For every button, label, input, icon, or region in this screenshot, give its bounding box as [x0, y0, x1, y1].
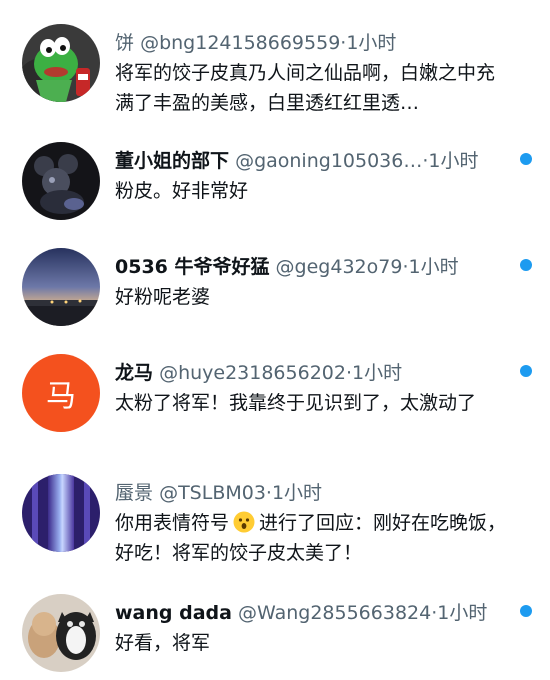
timestamp[interactable]: 1小时	[352, 362, 402, 384]
reply-item[interactable]: 董小姐的部下 @gaoning105036…·1小时 粉皮。好非常好	[0, 142, 550, 222]
avatar-mickey-icon[interactable]	[22, 142, 100, 220]
display-name[interactable]: wang dada	[115, 602, 232, 624]
reply-meta: 饼 @bng124158669559·1小时	[115, 28, 510, 58]
display-name[interactable]: 董小姐的部下	[115, 150, 229, 172]
reply-text: 粉皮。好非常好	[115, 180, 249, 202]
unread-dot-icon	[520, 259, 532, 271]
timestamp[interactable]: 1小时	[272, 482, 322, 504]
user-handle[interactable]: @geg432o79	[276, 256, 403, 278]
astonished-face-emoji-icon	[233, 511, 255, 533]
reply-feed: 饼 @bng124158669559·1小时 将军的饺子皮真乃人间之仙品啊，白嫩…	[0, 0, 550, 680]
user-handle[interactable]: @huye2318656202	[159, 362, 346, 384]
timestamp[interactable]: 1小时	[408, 256, 458, 278]
reply-meta: 龙马 @huye2318656202·1小时	[115, 358, 510, 388]
timestamp[interactable]: 1小时	[437, 602, 487, 624]
reply-meta: 0536 牛爷爷好猛 @geg432o79·1小时	[115, 252, 510, 282]
display-name[interactable]: 饼	[115, 32, 134, 54]
user-handle[interactable]: @bng124158669559	[140, 32, 340, 54]
reply-text: 将军的饺子皮真乃人间之仙品啊，白嫩之中充满了丰盈的美感，白里透红红里透…	[115, 62, 496, 114]
reply-item[interactable]: 饼 @bng124158669559·1小时 将军的饺子皮真乃人间之仙品啊，白嫩…	[0, 24, 550, 124]
unread-dot-icon	[520, 153, 532, 165]
display-name[interactable]: 蜃景	[115, 482, 153, 504]
user-handle[interactable]: @TSLBM03	[159, 482, 266, 504]
reply-item[interactable]: 马 龙马 @huye2318656202·1小时 太粉了将军！我靠终于见识到了，…	[0, 354, 550, 454]
display-name[interactable]: 龙马	[115, 362, 153, 384]
reply-item[interactable]: wang dada @Wang2855663824·1小时 好看，将军	[0, 594, 550, 674]
timestamp[interactable]: 1小时	[428, 150, 478, 172]
reply-item[interactable]: 0536 牛爷爷好猛 @geg432o79·1小时 好粉呢老婆	[0, 248, 550, 328]
display-name[interactable]: 0536 牛爷爷好猛	[115, 256, 270, 278]
timestamp[interactable]: 1小时	[346, 32, 396, 54]
avatar-dusk-sky-icon[interactable]	[22, 248, 100, 326]
reply-text: 好粉呢老婆	[115, 286, 211, 308]
unread-dot-icon	[520, 605, 532, 617]
reply-text-before: 你用表情符号	[115, 512, 230, 534]
avatar-light-beam-icon[interactable]	[22, 474, 100, 552]
reply-text: 你用表情符号 进行了回应：刚好在吃晚饭，好吃！将军的饺子皮太美了！	[115, 508, 510, 568]
reply-text: 好看，将军	[115, 632, 211, 654]
avatar-cats-icon[interactable]	[22, 594, 100, 672]
avatar-letter[interactable]: 马	[22, 354, 100, 432]
user-handle[interactable]: @gaoning105036…	[235, 150, 422, 172]
avatar-kermit-icon[interactable]	[22, 24, 100, 102]
avatar-letter-text: 马	[46, 379, 76, 414]
user-handle[interactable]: @Wang2855663824	[238, 602, 431, 624]
reply-meta: 蜃景 @TSLBM03·1小时	[115, 478, 510, 508]
reply-meta: wang dada @Wang2855663824·1小时	[115, 598, 510, 628]
reply-text: 太粉了将军！我靠终于见识到了，太激动了	[115, 392, 477, 414]
reply-item[interactable]: 蜃景 @TSLBM03·1小时 你用表情符号 进行了回应：刚好在吃晚饭，好吃！将…	[0, 474, 550, 574]
reply-meta: 董小姐的部下 @gaoning105036…·1小时	[115, 146, 510, 176]
unread-dot-icon	[520, 365, 532, 377]
